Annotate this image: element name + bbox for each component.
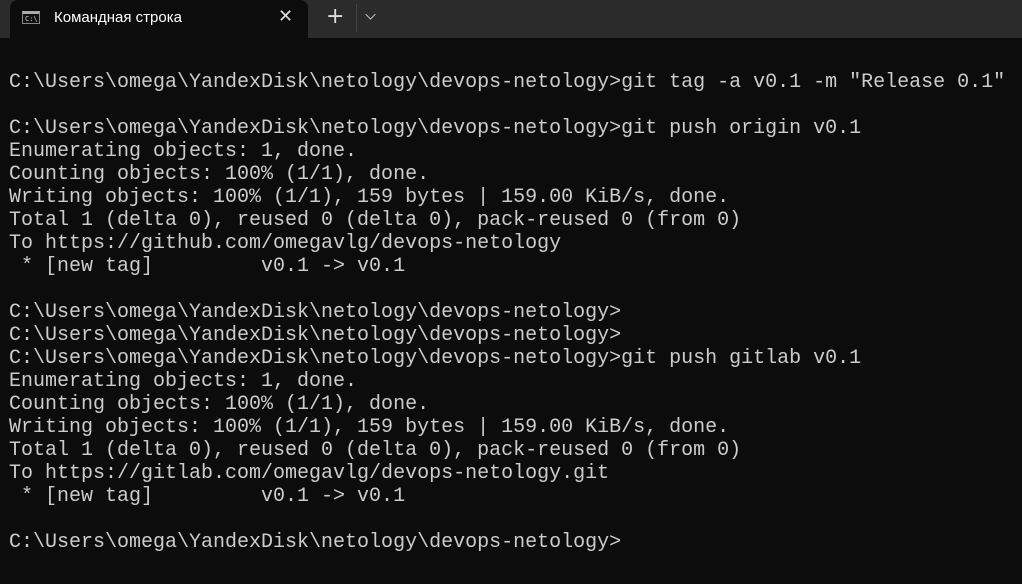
- close-tab-button[interactable]: ✕: [278, 6, 293, 27]
- divider: [356, 4, 357, 32]
- terminal-line: To https://gitlab.com/omegavlg/devops-ne…: [9, 462, 610, 485]
- terminal-line: C:\Users\omega\YandexDisk\netology\devop…: [9, 347, 862, 370]
- terminal-line: To https://github.com/omegavlg/devops-ne…: [9, 232, 562, 255]
- terminal-line: C:\Users\omega\YandexDisk\netology\devop…: [9, 324, 622, 347]
- terminal-line: Counting objects: 100% (1/1), done.: [9, 393, 430, 416]
- terminal-line: Writing objects: 100% (1/1), 159 bytes |…: [9, 416, 730, 439]
- terminal-line: C:\Users\omega\YandexDisk\netology\devop…: [9, 117, 862, 140]
- terminal-line: Enumerating objects: 1, done.: [9, 140, 358, 163]
- terminal-line: C:\Users\omega\YandexDisk\netology\devop…: [9, 531, 622, 554]
- terminal-line: Total 1 (delta 0), reused 0 (delta 0), p…: [9, 209, 742, 232]
- tab-command-prompt[interactable]: C:\ Командная строка ✕: [10, 0, 308, 38]
- terminal-line: * [new tag] v0.1 -> v0.1: [9, 485, 406, 508]
- terminal-line: C:\Users\omega\YandexDisk\netology\devop…: [9, 71, 1006, 94]
- tab-title: Командная строка: [54, 9, 182, 26]
- terminal-line: C:\Users\omega\YandexDisk\netology\devop…: [9, 301, 622, 324]
- chevron-down-icon[interactable]: [365, 9, 376, 20]
- new-tab-button[interactable]: +: [326, 4, 344, 29]
- terminal-output[interactable]: C:\Users\omega\YandexDisk\netology\devop…: [9, 48, 1022, 584]
- cmd-icon: C:\: [22, 11, 40, 24]
- terminal-line: Writing objects: 100% (1/1), 159 bytes |…: [9, 186, 730, 209]
- terminal-line: * [new tag] v0.1 -> v0.1: [9, 255, 406, 278]
- tab-bar: C:\ Командная строка ✕ +: [0, 0, 1022, 38]
- terminal-line: Enumerating objects: 1, done.: [9, 370, 358, 393]
- terminal-line: Counting objects: 100% (1/1), done.: [9, 163, 430, 186]
- terminal-line: Total 1 (delta 0), reused 0 (delta 0), p…: [9, 439, 742, 462]
